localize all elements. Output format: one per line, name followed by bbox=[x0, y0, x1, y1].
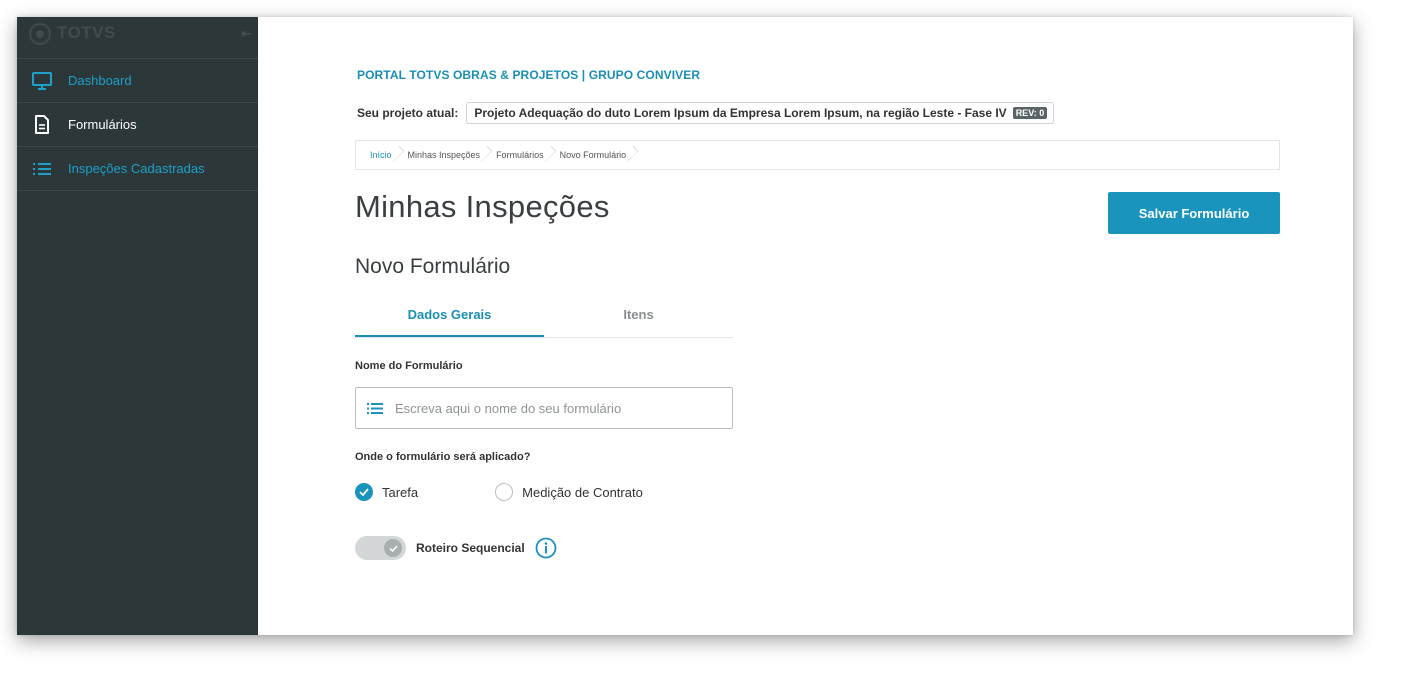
tab-dados-gerais[interactable]: Dados Gerais bbox=[355, 302, 544, 337]
sidebar-item-inspecoes[interactable]: Inspeções Cadastradas bbox=[17, 147, 258, 191]
project-selector[interactable]: Projeto Adequação do duto Lorem Ipsum da… bbox=[466, 102, 1055, 124]
list-icon bbox=[31, 158, 53, 180]
breadcrumb-novo-formulario: Novo Formulário bbox=[560, 150, 643, 160]
revision-badge: REV: 0 bbox=[1012, 107, 1048, 119]
list-icon bbox=[367, 402, 383, 415]
page-title: Minhas Inspeções bbox=[355, 189, 610, 224]
sidebar-item-label: Formulários bbox=[68, 117, 137, 132]
sidebar-header: TOTVS ⇤ bbox=[17, 17, 258, 59]
radio-label: Medição de Contrato bbox=[522, 484, 643, 500]
apply-options: Tarefa Medição de Contrato bbox=[355, 483, 643, 501]
collapse-menu-icon[interactable]: ⇤ bbox=[241, 26, 252, 42]
sidebar-item-label: Inspeções Cadastradas bbox=[68, 161, 205, 176]
totvs-logo-icon bbox=[29, 23, 51, 45]
project-label: Seu projeto atual: bbox=[357, 106, 459, 120]
brand-name: TOTVS bbox=[57, 23, 116, 42]
info-icon[interactable] bbox=[535, 537, 557, 559]
roteiro-sequencial-row: Roteiro Sequencial bbox=[355, 536, 557, 560]
check-icon bbox=[384, 539, 402, 557]
form-name-input[interactable] bbox=[393, 399, 717, 417]
monitor-icon bbox=[31, 70, 53, 92]
app-window: TOTVS ⇤ Dashboard Formulários Inspeções … bbox=[17, 17, 1353, 635]
radio-label: Tarefa bbox=[382, 484, 419, 500]
form-name-field bbox=[355, 387, 733, 429]
radio-checked-icon bbox=[355, 483, 373, 501]
sidebar-item-formularios[interactable]: Formulários bbox=[17, 103, 258, 147]
save-form-button[interactable]: Salvar Formulário bbox=[1108, 192, 1280, 234]
breadcrumb-home[interactable]: Início bbox=[370, 150, 408, 160]
toggle-label: Roteiro Sequencial bbox=[416, 541, 525, 555]
breadcrumb-formularios[interactable]: Formulários bbox=[496, 150, 560, 160]
document-icon bbox=[31, 114, 53, 136]
portal-title: PORTAL TOTVS OBRAS & PROJETOS | GRUPO CO… bbox=[357, 68, 701, 82]
main-content: PORTAL TOTVS OBRAS & PROJETOS | GRUPO CO… bbox=[258, 17, 1353, 635]
radio-medicao-contrato[interactable]: Medição de Contrato bbox=[495, 483, 643, 501]
tabs: Dados Gerais Itens bbox=[355, 302, 733, 338]
form-subtitle: Novo Formulário bbox=[355, 255, 511, 278]
radio-tarefa[interactable]: Tarefa bbox=[355, 483, 418, 501]
sidebar: TOTVS ⇤ Dashboard Formulários Inspeções … bbox=[17, 17, 258, 635]
sidebar-item-dashboard[interactable]: Dashboard bbox=[17, 59, 258, 103]
breadcrumb-minhas-inspecoes[interactable]: Minhas Inspeções bbox=[408, 150, 497, 160]
radio-unchecked-icon bbox=[495, 483, 514, 501]
form-name-label: Nome do Formulário bbox=[355, 360, 463, 372]
current-project: Seu projeto atual: Projeto Adequação do … bbox=[357, 102, 1055, 124]
apply-question: Onde o formulário será aplicado? bbox=[355, 451, 531, 463]
tab-itens[interactable]: Itens bbox=[544, 302, 733, 337]
roteiro-sequencial-toggle[interactable] bbox=[355, 536, 406, 560]
project-name: Projeto Adequação do duto Lorem Ipsum da… bbox=[474, 106, 1007, 120]
breadcrumb: Início Minhas Inspeções Formulários Novo… bbox=[355, 140, 1280, 170]
sidebar-item-label: Dashboard bbox=[68, 73, 132, 88]
